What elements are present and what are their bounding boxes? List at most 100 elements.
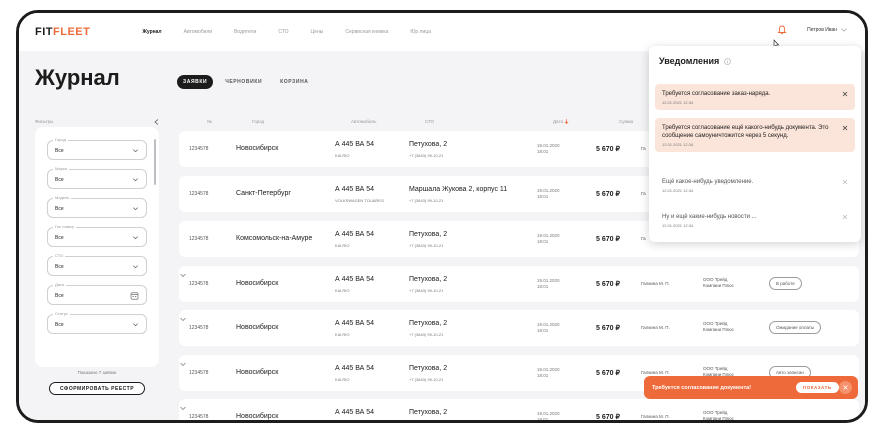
row-sto-phone: +7 (3843) 99-10-21 bbox=[409, 153, 444, 158]
row-car-model: KIA RIO bbox=[335, 243, 350, 248]
filter-value: Все bbox=[55, 177, 64, 183]
toast-show-button[interactable]: ПОКАЗАТЬ bbox=[796, 382, 839, 393]
notification-item[interactable]: Ещё какое-нибудь уведомление. 12.01.2021 … bbox=[655, 172, 855, 198]
row-city: Новосибирск bbox=[236, 369, 279, 376]
filter-field[interactable]: Город Все bbox=[47, 137, 147, 160]
close-icon[interactable] bbox=[842, 91, 848, 97]
row-time: 18:01 bbox=[537, 149, 549, 154]
collapse-filters-icon[interactable] bbox=[154, 119, 159, 125]
row-manager: Галкина М. П. bbox=[641, 370, 670, 375]
filter-field[interactable]: Статус Все bbox=[47, 311, 147, 334]
row-manager: Галкина М. П. bbox=[641, 414, 670, 419]
notification-item[interactable]: Требуется согласование ещё какого-нибудь… bbox=[655, 118, 855, 152]
filter-label: СТО bbox=[53, 253, 66, 258]
filter-value: Все bbox=[55, 235, 64, 241]
row-id: 1234578 bbox=[189, 146, 209, 152]
notification-time: 12.01.2021 12:34 bbox=[662, 188, 694, 193]
filter-label: Марка bbox=[53, 166, 69, 171]
row-id: 1234578 bbox=[189, 414, 209, 420]
filters-scrollbar[interactable] bbox=[154, 139, 156, 185]
chevron-down-icon[interactable] bbox=[179, 271, 187, 279]
nav-link[interactable]: Цены bbox=[311, 29, 324, 35]
app-screen: FITFLEET Журнал Автомобили Водители СТО Цены… bbox=[19, 13, 865, 420]
row-sto-address: Петухова, 2 bbox=[409, 231, 448, 238]
chevron-down-icon[interactable] bbox=[179, 404, 187, 412]
close-icon[interactable] bbox=[842, 179, 848, 185]
toast-message: Требуется согласование документа! bbox=[652, 384, 752, 391]
notification-text: Ещё какое-нибудь уведомление. bbox=[662, 179, 754, 185]
bell-icon[interactable] bbox=[777, 25, 787, 35]
chevron-down-icon[interactable] bbox=[179, 315, 187, 323]
info-icon[interactable] bbox=[724, 57, 732, 65]
row-organization: ООО Трейд Компани Плюс bbox=[703, 277, 751, 289]
nav-link[interactable]: Журнал bbox=[142, 29, 161, 35]
row-time: 18:01 bbox=[537, 239, 549, 244]
generate-registry-button[interactable]: СФОРМИРОВАТЬ РЕЕСТР bbox=[49, 382, 145, 395]
row-sum: 5 670 ₽ bbox=[596, 325, 620, 332]
row-car-model: KIA RIO bbox=[335, 377, 350, 382]
row-car-model: KIA RIO bbox=[335, 288, 350, 293]
notification-item[interactable]: Ну и ещё какие-нибудь новости ... 12.01.2… bbox=[655, 207, 855, 233]
row-sto-phone: +7 (3843) 99-10-21 bbox=[409, 198, 444, 203]
row-organization: ООО Трейд Компани Плюс bbox=[703, 321, 751, 333]
row-manager: Га bbox=[641, 236, 646, 241]
row-car-plate: А 445 ВА 54 bbox=[335, 276, 375, 283]
nav-link[interactable]: Водители bbox=[234, 29, 256, 35]
tab-1[interactable]: ЗАЯВКИ bbox=[177, 75, 214, 89]
row-sto-phone: +7 (3843) 99-10-21 bbox=[409, 377, 444, 382]
row-car-plate: А 445 ВА 54 bbox=[335, 141, 375, 148]
row-sum: 5 670 ₽ bbox=[596, 370, 620, 377]
row-time: 18:01 bbox=[537, 284, 549, 289]
page-title: Журнал bbox=[35, 65, 120, 90]
row-org-line2: Компани Плюс bbox=[703, 283, 734, 288]
nav-link[interactable]: Автомобили bbox=[184, 29, 212, 35]
tab-3[interactable]: КОРЗИНА bbox=[274, 75, 314, 89]
close-icon[interactable] bbox=[842, 214, 848, 220]
row-car-plate: А 445 ВА 54 bbox=[335, 365, 375, 372]
notification-time: 12.01.2021 12:34 bbox=[662, 142, 694, 147]
table-row[interactable]: 1234578 Новосибирск А 445 ВА 54 KIA RIO Пету… bbox=[179, 310, 859, 346]
filter-field[interactable]: Дата Все bbox=[47, 282, 147, 305]
row-datetime: 19.01.2020 18:01 bbox=[537, 411, 567, 420]
filter-value: Все bbox=[55, 322, 64, 328]
row-sto-address: Петухова, 2 bbox=[409, 409, 448, 416]
filter-field[interactable]: СТО Все bbox=[47, 253, 147, 276]
filters-panel: Город Все Марка Все Модель Все Гос номер Все СТО… bbox=[35, 127, 159, 367]
close-icon bbox=[843, 385, 848, 390]
table-row[interactable]: 1234578 Новосибирск А 445 ВА 54 KIA RIO Пету… bbox=[179, 266, 859, 302]
row-organization: ООО Трейд Компани Плюс bbox=[703, 410, 751, 420]
filter-field[interactable]: Марка Все bbox=[47, 166, 147, 189]
filter-field[interactable]: Модель Все bbox=[47, 195, 147, 218]
filter-label: Город bbox=[53, 137, 68, 142]
close-icon[interactable] bbox=[842, 125, 848, 131]
chevron-down-icon[interactable] bbox=[179, 360, 187, 368]
tab-2[interactable]: ЧЕРНОВИКИ bbox=[219, 75, 268, 89]
col-header-id[interactable]: № bbox=[207, 119, 212, 124]
col-header-sum[interactable]: Сумма bbox=[619, 119, 633, 124]
filter-value: Все bbox=[55, 264, 64, 270]
row-sto-address: Петухова, 2 bbox=[409, 276, 448, 283]
shown-count: Показано 7 заявок bbox=[77, 370, 117, 375]
col-header-date[interactable]: Дата bbox=[553, 119, 569, 125]
row-sum: 5 670 ₽ bbox=[596, 146, 620, 153]
table-row[interactable]: 1234578 Новосибирск А 445 ВА 54 Петухова, 2… bbox=[179, 399, 859, 420]
col-header-city[interactable]: Город bbox=[252, 119, 264, 124]
notifications-title: Уведомления bbox=[659, 56, 720, 66]
notification-item[interactable]: Требуется согласование заказ-наряда. 12.0… bbox=[655, 84, 855, 110]
row-sto-phone: +7 (3843) 99-10-21 bbox=[409, 288, 444, 293]
row-org-line2: Компани Плюс bbox=[703, 416, 734, 420]
app-logo[interactable]: FITFLEET bbox=[35, 26, 90, 38]
toast-close-button[interactable] bbox=[839, 381, 852, 394]
nav-link[interactable]: Юр лица bbox=[410, 29, 431, 35]
col-header-car[interactable]: Автомобиль bbox=[351, 119, 376, 124]
row-manager: Галкина М. П. bbox=[641, 281, 670, 286]
nav-link[interactable]: СТО bbox=[278, 29, 288, 35]
nav-link[interactable]: Сервисная книжка bbox=[345, 29, 388, 35]
filter-field[interactable]: Гос номер Все bbox=[47, 224, 147, 247]
col-header-sto[interactable]: СТО bbox=[425, 119, 434, 124]
user-menu[interactable]: Петров Иван bbox=[807, 27, 847, 33]
calendar-icon bbox=[130, 292, 139, 300]
row-datetime: 19.01.2020 18:01 bbox=[537, 278, 567, 290]
row-time: 18:01 bbox=[537, 194, 549, 199]
row-city: Новосибирск bbox=[236, 280, 279, 287]
